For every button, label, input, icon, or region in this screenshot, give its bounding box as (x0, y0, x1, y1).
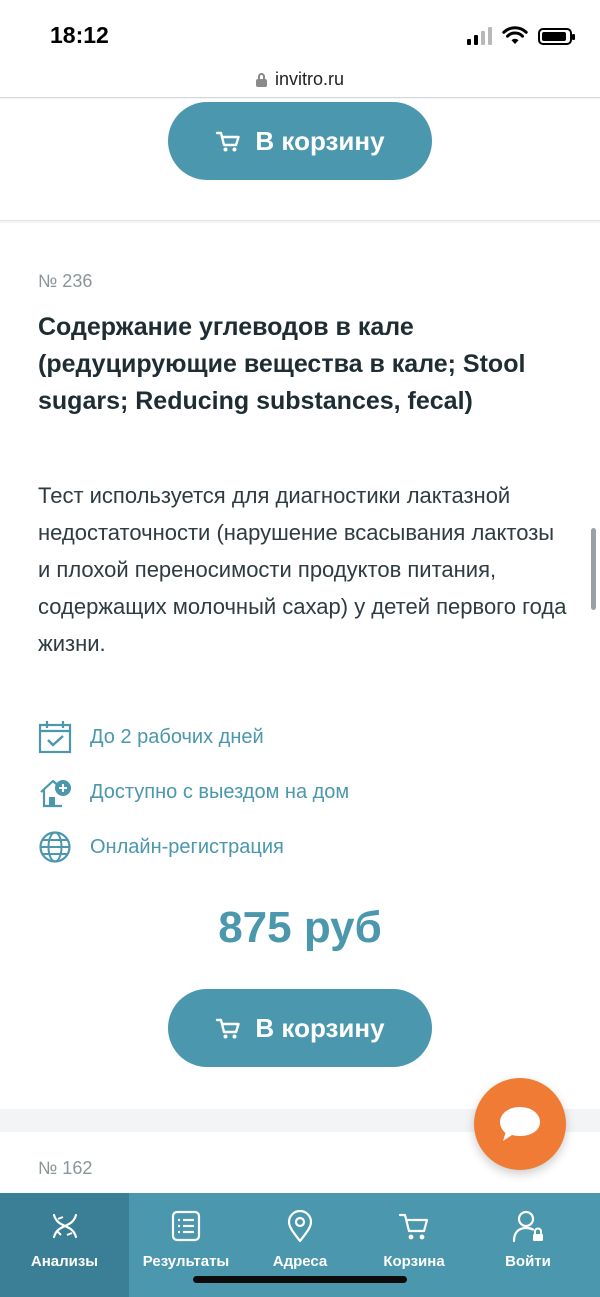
test-number: № 162 (38, 1158, 93, 1178)
cart-icon (216, 1018, 241, 1039)
feature-label: Доступно с выездом на дом (90, 780, 350, 803)
results-list-icon (171, 1210, 201, 1242)
cart-icon (216, 131, 241, 152)
feature-online-registration: Онлайн-регистрация (38, 830, 284, 864)
nav-label: Анализы (30, 1253, 99, 1270)
url-text: invitro.ru (274, 69, 345, 89)
user-login-icon (512, 1210, 543, 1243)
battery-icon (538, 27, 575, 45)
globe-icon (39, 831, 71, 863)
home-plus-icon (40, 779, 71, 808)
wifi-icon (502, 26, 528, 44)
nav-label: Корзина (383, 1253, 445, 1270)
scrollbar[interactable] (591, 528, 596, 610)
cart-icon (398, 1213, 429, 1240)
test-number: № 236 (38, 271, 93, 291)
feature-label: До 2 рабочих дней (90, 725, 264, 748)
nav-item-tests[interactable]: Анализы (0, 1193, 129, 1297)
feature-turnaround: До 2 рабочих дней (38, 720, 264, 754)
test-description: Тест используется для диагностики лактаз… (38, 483, 567, 656)
test-card: № 236 Содержание углеводов в кале (редуц… (0, 223, 600, 1109)
home-indicator[interactable] (193, 1276, 407, 1283)
feature-home-visit: Доступно с выездом на дом (38, 775, 349, 809)
lock-icon (255, 72, 267, 87)
test-card-previous: В корзину (0, 99, 600, 221)
chat-button[interactable] (474, 1078, 566, 1170)
status-bar: 18:12 (0, 0, 600, 62)
location-pin-icon (287, 1209, 313, 1243)
add-to-cart-button[interactable]: В корзину (168, 989, 432, 1067)
feature-label: Онлайн-регистрация (90, 835, 284, 858)
nav-item-login[interactable]: Войти (471, 1193, 585, 1297)
add-to-cart-button[interactable]: В корзину (168, 102, 432, 180)
page: 18:12 invitro.ru В корзину № 236 Содержа… (0, 0, 600, 1297)
test-title[interactable]: Содержание углеводов в кале (редуцирующи… (38, 309, 568, 420)
nav-label: Адреса (272, 1253, 328, 1270)
add-to-cart-label: В корзину (255, 1012, 385, 1043)
test-price: 875 руб (218, 903, 382, 952)
add-to-cart-label: В корзину (255, 125, 385, 156)
calendar-check-icon (38, 721, 72, 754)
browser-url-bar[interactable]: invitro.ru (0, 62, 600, 98)
cellular-signal-icon (467, 27, 492, 45)
status-icons (467, 26, 575, 46)
nav-label: Результаты (142, 1253, 230, 1270)
chat-bubble-icon (500, 1107, 540, 1141)
nav-label: Войти (505, 1253, 551, 1270)
dna-icon (52, 1213, 77, 1239)
status-time: 18:12 (50, 22, 109, 48)
